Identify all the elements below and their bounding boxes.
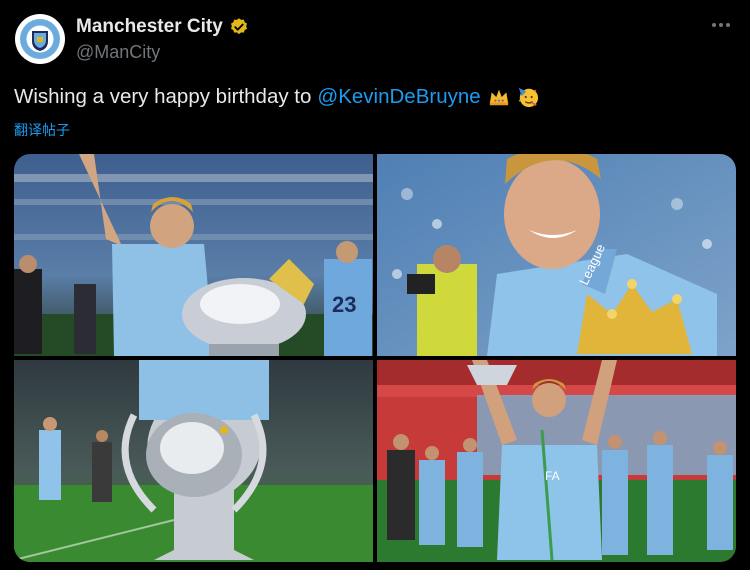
more-dot-icon <box>726 23 730 27</box>
more-options-button[interactable] <box>708 16 734 34</box>
photo-fa-cup-celebration[interactable]: FA <box>377 360 736 562</box>
photo-smile-closeup-image: League <box>377 154 736 356</box>
mention-link[interactable]: @KevinDeBruyne <box>317 85 480 109</box>
photo-champions-league-trophy[interactable] <box>14 360 373 562</box>
more-dot-icon <box>712 23 716 27</box>
lanyard-text: FA <box>545 469 560 483</box>
club-crest-icon <box>16 15 64 63</box>
photo-trophy-lift[interactable]: 23 <box>14 154 373 356</box>
photo-smile-closeup[interactable]: League <box>377 154 736 356</box>
photo-champions-league-trophy-image <box>14 360 373 562</box>
photo-fa-cup-celebration-image: FA <box>377 360 736 562</box>
more-dot-icon <box>719 23 723 27</box>
tweet-body: Wishing a very happy birthday to <box>14 85 312 108</box>
shirt-number: 23 <box>332 292 356 317</box>
account-handle[interactable]: @ManCity <box>76 42 160 63</box>
verified-badge-icon <box>230 18 247 35</box>
photo-trophy-lift-image: 23 <box>14 154 373 356</box>
crown-icon <box>489 89 508 106</box>
tweet-text: Wishing a very happy birthday to @KevinD… <box>14 85 539 109</box>
translate-post-link[interactable]: 翻译帖子 <box>14 120 70 140</box>
account-name[interactable]: Manchester City <box>76 16 223 38</box>
media-grid: 23 League FA <box>14 154 736 562</box>
party-face-icon <box>518 87 538 108</box>
avatar[interactable] <box>15 14 65 64</box>
account-name-row[interactable]: Manchester City <box>76 16 249 38</box>
